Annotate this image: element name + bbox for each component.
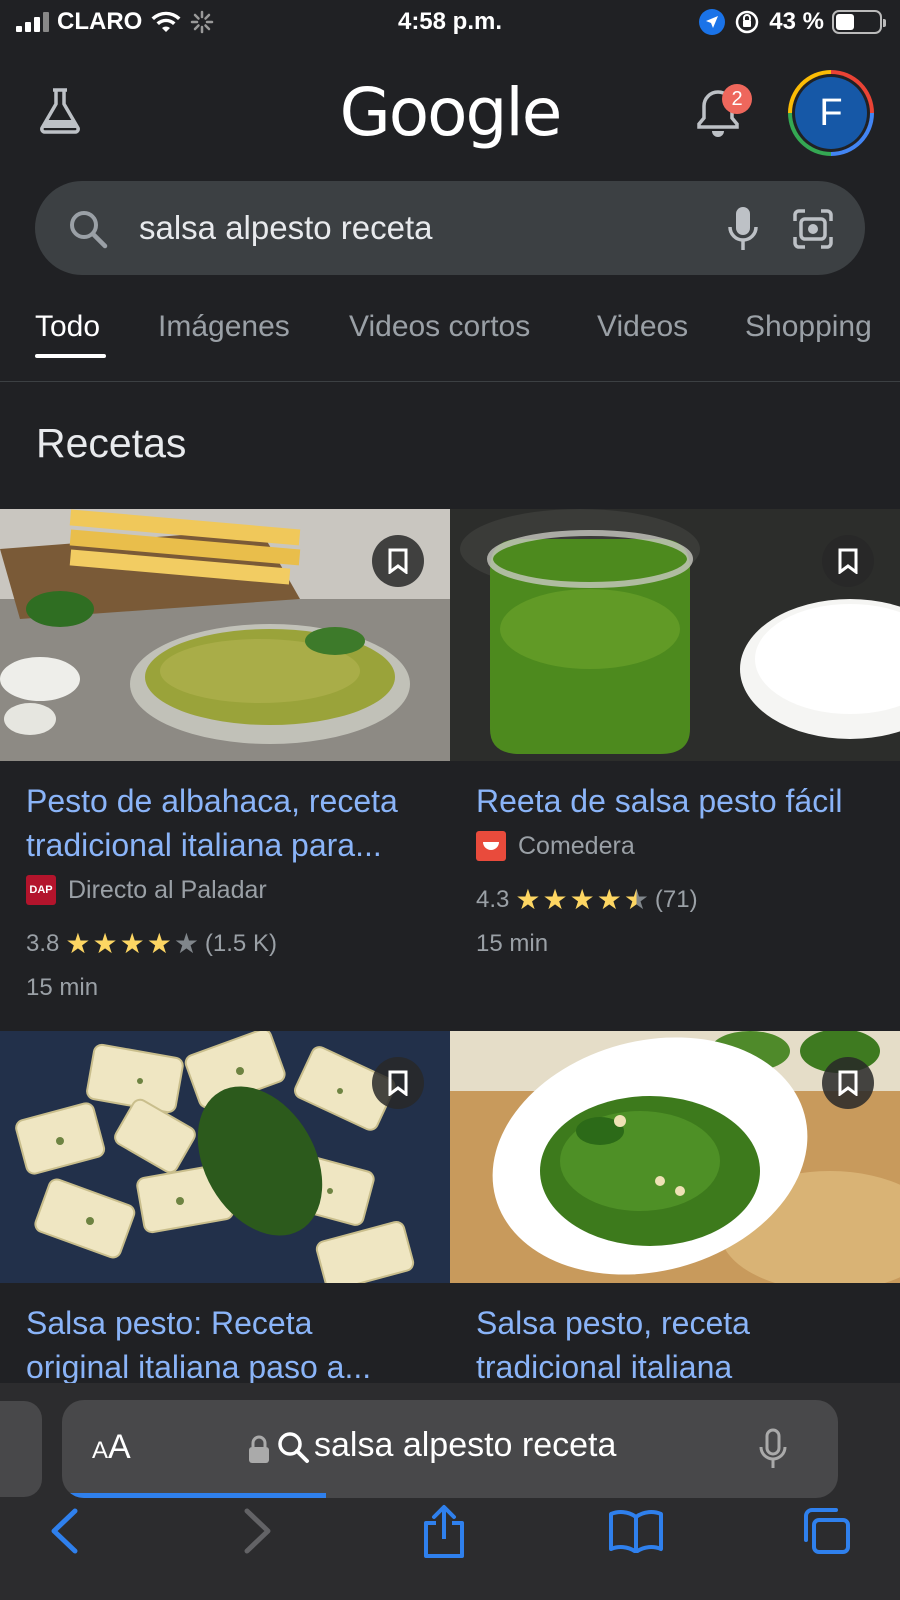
google-lens-icon[interactable] <box>791 207 835 251</box>
search-icon <box>70 211 108 249</box>
tab-todo[interactable]: Todo <box>35 310 100 344</box>
bookmarks-button[interactable] <box>606 1501 666 1561</box>
recipe-title[interactable]: Salsa pesto, receta tradicional italiana <box>476 1301 874 1389</box>
rating-value: 4.3 <box>476 885 510 913</box>
recipe-title[interactable]: Reeta de salsa pesto fácil <box>476 779 874 823</box>
recipe-time: 15 min <box>476 930 549 957</box>
bookmark-icon <box>838 1070 858 1096</box>
status-bar: CLARO 4:58 p.m. 43 % <box>0 0 900 46</box>
recipe-time: 15 min <box>26 974 99 1001</box>
recipe-card[interactable]: Salsa pesto, receta tradicional italiana <box>450 1031 900 1389</box>
save-recipe-button[interactable] <box>372 535 424 587</box>
tab-videos-cortos[interactable]: Videos cortos <box>349 310 530 344</box>
comedera-logo <box>476 831 506 861</box>
search-tabs: Todo Imágenes Videos cortos Videos Shopp… <box>0 300 900 382</box>
recipe-source: DAP Directo al Paladar <box>26 875 424 905</box>
save-recipe-button[interactable] <box>372 1057 424 1109</box>
save-recipe-button[interactable] <box>822 1057 874 1109</box>
avatar: F <box>795 77 867 149</box>
recipe-rating: 4.3 ★ ★ ★ ★ ★ (71) <box>476 883 874 916</box>
chevron-left-icon <box>51 1508 78 1554</box>
recipe-source: Comedera <box>476 831 874 861</box>
bookmark-icon <box>388 1070 408 1096</box>
address-bar[interactable]: AA salsa alpesto receta <box>62 1400 838 1498</box>
star-rating-icon: ★ ★ ★ ★ ★ <box>65 928 199 959</box>
tabs-button[interactable] <box>796 1501 856 1561</box>
share-button[interactable] <box>414 1501 474 1561</box>
bookmark-icon <box>388 548 408 574</box>
battery-percent: 43 % <box>769 8 824 35</box>
location-icon <box>699 9 726 35</box>
google-header: Google 2 F <box>0 70 900 160</box>
recipe-image[interactable] <box>0 509 450 761</box>
forward-button[interactable] <box>228 1501 288 1561</box>
voice-search-mic-icon[interactable] <box>725 205 761 253</box>
tab-imagenes[interactable]: Imágenes <box>158 310 290 344</box>
recipe-title[interactable]: Pesto de albahaca, receta tradicional it… <box>26 779 424 867</box>
search-icon <box>278 1432 309 1463</box>
battery-icon <box>832 10 886 34</box>
save-recipe-button[interactable] <box>822 535 874 587</box>
page-load-progress <box>62 1493 326 1498</box>
directo-al-paladar-logo: DAP <box>26 875 56 905</box>
recipe-source-name: Directo al Paladar <box>68 875 267 904</box>
tab-videos[interactable]: Videos <box>597 310 688 344</box>
recipe-image[interactable] <box>450 509 900 761</box>
chevron-right-icon <box>244 1508 271 1554</box>
google-logo[interactable]: Google <box>0 74 900 151</box>
search-input[interactable]: salsa alpesto receta <box>139 209 433 247</box>
recipe-source-name: Comedera <box>518 831 635 860</box>
recipe-card[interactable]: Salsa pesto: Receta original italiana pa… <box>0 1031 450 1389</box>
status-right: 43 % <box>699 8 886 36</box>
address-url[interactable]: salsa alpesto receta <box>314 1426 616 1465</box>
rotation-lock-icon <box>736 10 759 34</box>
review-count: (1.5 K) <box>204 929 277 957</box>
back-button[interactable] <box>34 1501 94 1561</box>
safari-toolbar: AA salsa alpesto receta <box>0 1383 900 1600</box>
account-avatar-button[interactable]: F <box>788 70 874 156</box>
recipe-card[interactable]: Pesto de albahaca, receta tradicional it… <box>0 509 450 1002</box>
rating-value: 3.8 <box>26 929 60 957</box>
notification-badge: 2 <box>722 84 752 114</box>
tabs-icon <box>804 1508 850 1554</box>
microphone-icon[interactable] <box>758 1428 788 1470</box>
lock-icon <box>249 1435 269 1463</box>
share-icon <box>424 1505 464 1558</box>
bookmark-icon <box>838 548 858 574</box>
tab-shopping[interactable]: Shopping <box>745 310 872 344</box>
recipe-rating: 3.8 ★ ★ ★ ★ ★ (1.5 K) <box>26 927 424 960</box>
section-title: Recetas <box>36 420 187 466</box>
search-box[interactable]: salsa alpesto receta <box>35 181 865 275</box>
review-count: (71) <box>654 885 698 913</box>
recipe-card[interactable]: Reeta de salsa pesto fácil Comedera 4.3 … <box>450 509 900 958</box>
active-tab-indicator <box>35 354 106 358</box>
book-icon <box>609 1510 663 1553</box>
previous-tab-peek[interactable] <box>0 1401 42 1497</box>
recipe-image[interactable] <box>0 1031 450 1283</box>
star-rating-icon: ★ ★ ★ ★ ★ <box>515 884 649 915</box>
recipe-image[interactable] <box>450 1031 900 1283</box>
text-size-button[interactable]: AA <box>92 1428 131 1467</box>
recipe-title[interactable]: Salsa pesto: Receta original italiana pa… <box>26 1301 424 1389</box>
